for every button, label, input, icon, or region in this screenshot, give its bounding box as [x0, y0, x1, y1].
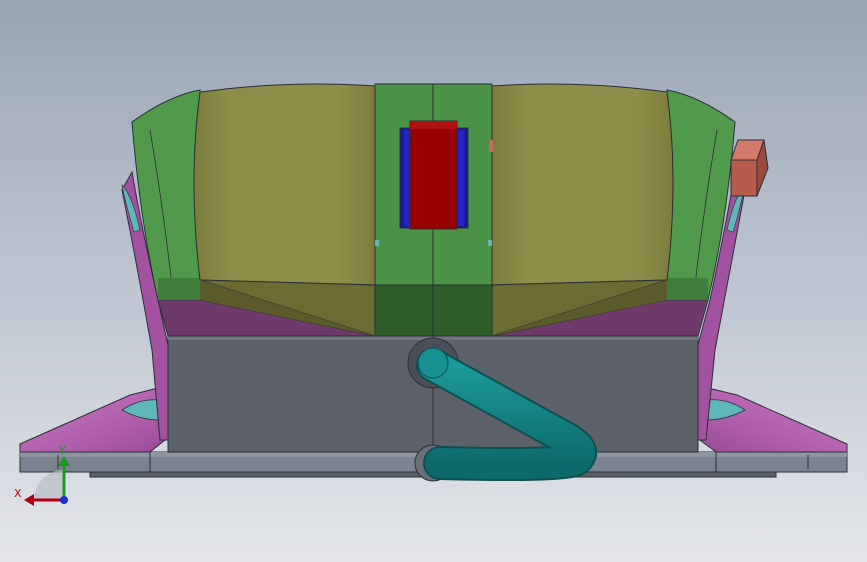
center-insert[interactable] [399, 120, 469, 230]
right-pad[interactable] [491, 83, 674, 337]
x-axis-label: X [14, 487, 22, 500]
model-canvas[interactable]: Y X [0, 0, 867, 562]
y-axis-label: Y [58, 444, 66, 457]
graphics-viewport[interactable]: Y X [0, 0, 867, 562]
left-pad[interactable] [193, 83, 376, 337]
z-axis-dot [60, 496, 68, 504]
